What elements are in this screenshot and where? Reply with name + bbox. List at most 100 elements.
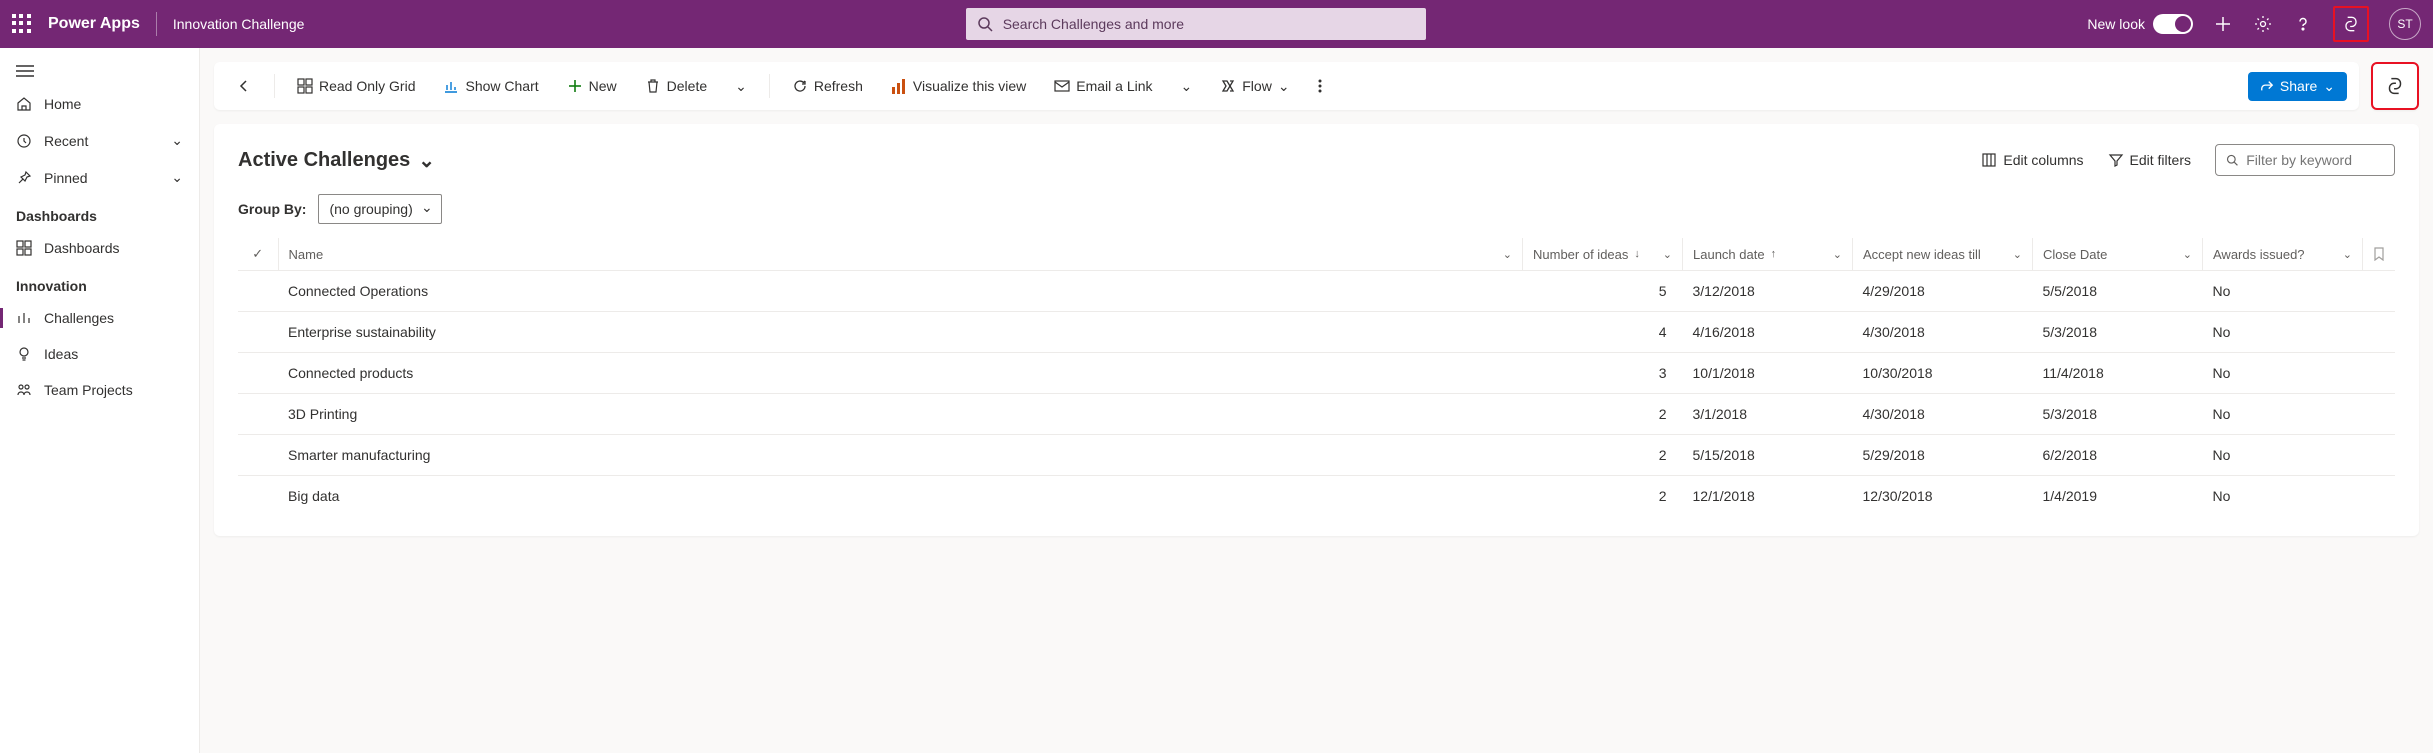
share-button[interactable]: Share ⌄ (2248, 72, 2347, 101)
cell-awards: No (2203, 394, 2363, 435)
email-link-button[interactable]: Email a Link (1044, 72, 1162, 100)
column-header-launch[interactable]: Launch date ↑ ⌄ (1683, 238, 1853, 271)
cell-launch: 4/16/2018 (1683, 312, 1853, 353)
group-by-select[interactable]: (no grouping) (318, 194, 441, 224)
search-icon (976, 14, 995, 34)
sidebar-item-challenges[interactable]: Challenges (0, 300, 199, 336)
table-row[interactable]: 3D Printing23/1/20184/30/20185/3/2018No (238, 394, 2395, 435)
cell-accept: 4/30/2018 (1853, 312, 2033, 353)
chevron-down-icon: ⌄ (1833, 248, 1842, 261)
show-chart-button[interactable]: Show Chart (433, 72, 548, 100)
refresh-button[interactable]: Refresh (782, 72, 873, 100)
cmd-label: New (589, 78, 617, 94)
separator (769, 74, 770, 98)
plus-icon (567, 78, 583, 94)
visualize-button[interactable]: Visualize this view (881, 72, 1036, 100)
user-avatar[interactable]: ST (2389, 8, 2421, 40)
sidebar-item-team-projects[interactable]: Team Projects (0, 372, 199, 408)
email-link-dropdown[interactable]: ⌄ (1171, 72, 1203, 101)
column-header-name[interactable]: Name ⌄ (278, 238, 1523, 271)
delete-icon (645, 78, 661, 94)
back-button[interactable] (226, 72, 262, 100)
column-header-accept[interactable]: Accept new ideas till ⌄ (1853, 238, 2033, 271)
refresh-icon (792, 78, 808, 94)
cmd-label: Read Only Grid (319, 78, 415, 94)
sidebar-section-innovation: Innovation (0, 266, 199, 300)
new-look-toggle[interactable] (2153, 14, 2193, 34)
cell-awards: No (2203, 476, 2363, 517)
overflow-button[interactable] (1308, 72, 1332, 100)
settings-icon[interactable] (2253, 14, 2273, 34)
sidebar-item-label: Ideas (44, 346, 78, 362)
cell-close: 5/3/2018 (2033, 312, 2203, 353)
read-only-grid-button[interactable]: Read Only Grid (287, 72, 425, 100)
cell-name: Smarter manufacturing (278, 435, 1523, 476)
table-row[interactable]: Smarter manufacturing25/15/20185/29/2018… (238, 435, 2395, 476)
cell-ideas: 3 (1523, 353, 1683, 394)
view-selector[interactable]: Active Challenges ⌄ (238, 148, 435, 173)
sidebar-item-recent[interactable]: Recent ⌄ (0, 122, 199, 159)
copilot-header-button[interactable] (2333, 6, 2369, 42)
new-button[interactable]: New (557, 72, 627, 100)
select-all-column[interactable]: ✓ (238, 238, 278, 271)
add-icon[interactable] (2213, 14, 2233, 34)
chevron-down-icon: ⌄ (1278, 78, 1290, 95)
cell-accept: 4/29/2018 (1853, 271, 2033, 312)
sidebar-item-ideas[interactable]: Ideas (0, 336, 199, 372)
sidebar-item-label: Team Projects (44, 382, 133, 398)
delete-button[interactable]: Delete (635, 72, 717, 100)
column-bookmark[interactable] (2363, 238, 2396, 271)
help-icon[interactable] (2293, 14, 2313, 34)
chevron-down-icon: ⌄ (2013, 248, 2022, 261)
cell-ideas: 2 (1523, 394, 1683, 435)
cell-name: Big data (278, 476, 1523, 517)
column-header-close[interactable]: Close Date ⌄ (2033, 238, 2203, 271)
cell-accept: 5/29/2018 (1853, 435, 2033, 476)
cmd-label: Email a Link (1076, 78, 1152, 94)
chevron-down-icon: ⌄ (2343, 248, 2352, 261)
global-search[interactable] (966, 8, 1426, 40)
column-header-awards[interactable]: Awards issued? ⌄ (2203, 238, 2363, 271)
recent-icon (16, 133, 32, 149)
link-label: Edit filters (2130, 152, 2191, 168)
cell-name: 3D Printing (278, 394, 1523, 435)
copilot-panel-button[interactable] (2371, 62, 2419, 110)
search-input[interactable] (1003, 16, 1416, 32)
sidebar-item-dashboards[interactable]: Dashboards (0, 230, 199, 266)
sidebar-item-home[interactable]: Home (0, 86, 199, 122)
keyword-filter[interactable] (2215, 144, 2395, 176)
chevron-down-icon: ⌄ (171, 169, 183, 186)
column-header-ideas[interactable]: Number of ideas ↓ ⌄ (1523, 238, 1683, 271)
delete-dropdown[interactable]: ⌄ (725, 72, 757, 101)
main-content: Read Only Grid Show Chart New (200, 48, 2433, 753)
cell-launch: 3/12/2018 (1683, 271, 1853, 312)
cell-close: 11/4/2018 (2033, 353, 2203, 394)
app-launcher-icon[interactable] (12, 14, 32, 34)
app-title: Innovation Challenge (173, 16, 305, 32)
table-row[interactable]: Connected Operations53/12/20184/29/20185… (238, 271, 2395, 312)
edit-filters-button[interactable]: Edit filters (2108, 152, 2191, 168)
pinned-icon (16, 170, 32, 186)
table-row[interactable]: Big data212/1/201812/30/20181/4/2019No (238, 476, 2395, 517)
cell-accept: 12/30/2018 (1853, 476, 2033, 517)
cell-close: 1/4/2019 (2033, 476, 2203, 517)
flow-icon (1220, 78, 1236, 94)
edit-columns-button[interactable]: Edit columns (1981, 152, 2083, 168)
chevron-down-icon: ⌄ (1503, 248, 1512, 261)
cmd-label: Show Chart (465, 78, 538, 94)
sidebar-item-label: Dashboards (44, 240, 120, 256)
chevron-down-icon: ⌄ (171, 132, 183, 149)
flow-button[interactable]: Flow ⌄ (1210, 72, 1299, 101)
cell-launch: 10/1/2018 (1683, 353, 1853, 394)
table-row[interactable]: Enterprise sustainability44/16/20184/30/… (238, 312, 2395, 353)
chevron-down-icon: ⌄ (2183, 248, 2192, 261)
sidebar-collapse-button[interactable] (0, 56, 199, 86)
sidebar-item-pinned[interactable]: Pinned ⌄ (0, 159, 199, 196)
challenges-icon (16, 310, 32, 326)
filter-input[interactable] (2246, 152, 2384, 168)
view-card: Active Challenges ⌄ Edit columns Edit fi… (214, 124, 2419, 536)
sidebar-item-label: Pinned (44, 170, 88, 186)
table-row[interactable]: Connected products310/1/201810/30/201811… (238, 353, 2395, 394)
cmd-label: Refresh (814, 78, 863, 94)
cell-ideas: 4 (1523, 312, 1683, 353)
